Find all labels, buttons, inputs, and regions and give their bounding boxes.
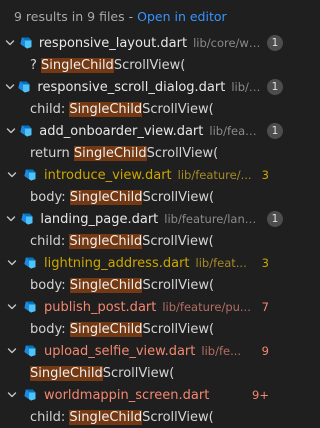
match-line[interactable]: ? SingleChild ScrollView( bbox=[0, 54, 291, 76]
file-name: lightning_address.dart bbox=[44, 255, 190, 271]
search-results-list: responsive_layout.dart lib/core/widg... 1?… bbox=[0, 32, 291, 428]
chevron-down-icon[interactable] bbox=[4, 302, 20, 312]
chevron-down-icon[interactable] bbox=[4, 258, 20, 268]
match-line[interactable]: SingleChild ScrollView( bbox=[0, 362, 291, 384]
match-highlight: SingleChild bbox=[69, 277, 143, 293]
match-prefix: child: bbox=[30, 233, 70, 249]
dart-file-icon bbox=[17, 79, 31, 95]
match-highlight: SingleChild bbox=[69, 409, 143, 425]
chevron-down-icon[interactable] bbox=[4, 170, 20, 180]
file-name: responsive_layout.dart bbox=[38, 35, 188, 51]
chevron-down-icon[interactable] bbox=[4, 38, 17, 48]
chevron-down-icon[interactable] bbox=[4, 82, 15, 92]
match-highlight: SingleChild bbox=[30, 365, 103, 381]
dart-file-icon bbox=[20, 211, 34, 227]
dart-file-icon bbox=[22, 343, 38, 359]
file-result-row[interactable]: introduce_view.dart lib/feature/... 3 bbox=[0, 164, 291, 186]
file-path: lib/feature/pu... bbox=[162, 300, 251, 314]
file-name: add_onboarder_view.dart bbox=[39, 123, 204, 139]
chevron-down-icon[interactable] bbox=[4, 346, 20, 356]
match-line[interactable]: child: SingleChild ScrollView( bbox=[0, 98, 291, 120]
file-path: lib/feature/... bbox=[177, 168, 252, 182]
file-result-row[interactable]: upload_selfie_view.dart lib/fe... 9 bbox=[0, 340, 291, 362]
match-line[interactable]: return SingleChild ScrollView( bbox=[0, 142, 291, 164]
file-name: responsive_scroll_dialog.dart bbox=[37, 79, 226, 95]
match-count-badge: 1 bbox=[267, 35, 283, 51]
open-in-editor-link[interactable]: Open in editor bbox=[137, 9, 227, 24]
file-result-row[interactable]: lightning_address.dart lib/feat... 3 bbox=[0, 252, 291, 274]
problem-count: 3 bbox=[261, 168, 269, 182]
problem-count: 3 bbox=[261, 256, 269, 270]
match-count-badge: 1 bbox=[267, 79, 283, 95]
dart-file-icon bbox=[22, 387, 38, 403]
match-line[interactable]: body: SingleChild ScrollView( bbox=[0, 274, 291, 296]
header-separator: - bbox=[128, 8, 134, 24]
file-path: lib/co... bbox=[231, 80, 261, 94]
match-suffix: ScrollView( bbox=[142, 101, 214, 117]
match-line[interactable]: child: SingleChild ScrollView( bbox=[0, 406, 291, 428]
match-line[interactable]: child: SingleChild ScrollView( bbox=[0, 230, 291, 252]
match-suffix: ScrollView( bbox=[142, 277, 215, 293]
match-suffix: ScrollView( bbox=[142, 189, 215, 205]
match-highlight: SingleChild bbox=[73, 145, 147, 161]
match-suffix: ScrollView( bbox=[102, 365, 175, 381]
file-path: lib/feat... bbox=[195, 256, 247, 270]
match-highlight: SingleChild bbox=[69, 189, 143, 205]
file-path: lib/core/widg... bbox=[193, 36, 261, 50]
file-result-row[interactable]: worldmappin_screen.dart 9+ bbox=[0, 384, 291, 406]
file-path: lib/fe... bbox=[201, 344, 242, 358]
chevron-down-icon[interactable] bbox=[4, 126, 17, 136]
match-prefix: body: bbox=[30, 189, 70, 205]
match-highlight: SingleChild bbox=[41, 57, 114, 73]
file-result-row[interactable]: landing_page.dart lib/feature/landin... 1 bbox=[0, 208, 291, 230]
match-prefix: return bbox=[30, 145, 74, 161]
file-name: upload_selfie_view.dart bbox=[44, 343, 196, 359]
match-highlight: SingleChild bbox=[69, 321, 143, 337]
file-result-row[interactable]: add_onboarder_view.dart lib/featur... 1 bbox=[0, 120, 291, 142]
file-path: lib/feature/landin... bbox=[164, 212, 262, 226]
match-prefix: ? bbox=[30, 57, 42, 73]
chevron-down-icon[interactable] bbox=[4, 390, 20, 400]
match-highlight: SingleChild bbox=[69, 233, 143, 249]
match-suffix: ScrollView( bbox=[142, 321, 215, 337]
dart-file-icon bbox=[22, 299, 38, 315]
match-highlight: SingleChild bbox=[69, 101, 143, 117]
dart-file-icon bbox=[19, 123, 33, 139]
match-prefix: body: bbox=[30, 321, 70, 337]
dart-file-icon bbox=[22, 167, 38, 183]
file-name: introduce_view.dart bbox=[44, 167, 172, 183]
file-name: landing_page.dart bbox=[40, 211, 159, 227]
file-name: worldmappin_screen.dart bbox=[44, 387, 210, 403]
file-name: publish_post.dart bbox=[44, 299, 157, 315]
problem-count: 7 bbox=[261, 300, 269, 314]
search-results-header: 9 results in 9 files - Open in editor bbox=[0, 0, 291, 32]
file-path: lib/featur... bbox=[209, 124, 261, 138]
chevron-down-icon[interactable] bbox=[4, 214, 18, 224]
dart-file-icon bbox=[22, 255, 38, 271]
results-summary: 9 results in 9 files bbox=[14, 8, 125, 24]
file-result-row[interactable]: responsive_scroll_dialog.dart lib/co... 1 bbox=[0, 76, 291, 98]
match-suffix: ScrollView( bbox=[142, 233, 214, 249]
problem-count: 9 bbox=[261, 344, 269, 358]
match-prefix: child: bbox=[30, 101, 70, 117]
match-line[interactable]: body: SingleChild ScrollView( bbox=[0, 318, 291, 340]
match-suffix: ScrollView( bbox=[146, 145, 219, 161]
match-prefix: child: bbox=[30, 409, 70, 425]
match-line[interactable]: body: SingleChild ScrollView( bbox=[0, 186, 291, 208]
dart-file-icon bbox=[19, 35, 33, 51]
file-result-row[interactable]: responsive_layout.dart lib/core/widg... 1 bbox=[0, 32, 291, 54]
match-prefix: body: bbox=[30, 277, 70, 293]
problem-count: 9+ bbox=[252, 388, 269, 402]
file-result-row[interactable]: publish_post.dart lib/feature/pu... 7 bbox=[0, 296, 291, 318]
match-count-badge: 1 bbox=[267, 211, 284, 227]
match-suffix: ScrollView( bbox=[113, 57, 186, 73]
match-count-badge: 1 bbox=[267, 123, 283, 139]
match-suffix: ScrollView( bbox=[142, 409, 214, 425]
